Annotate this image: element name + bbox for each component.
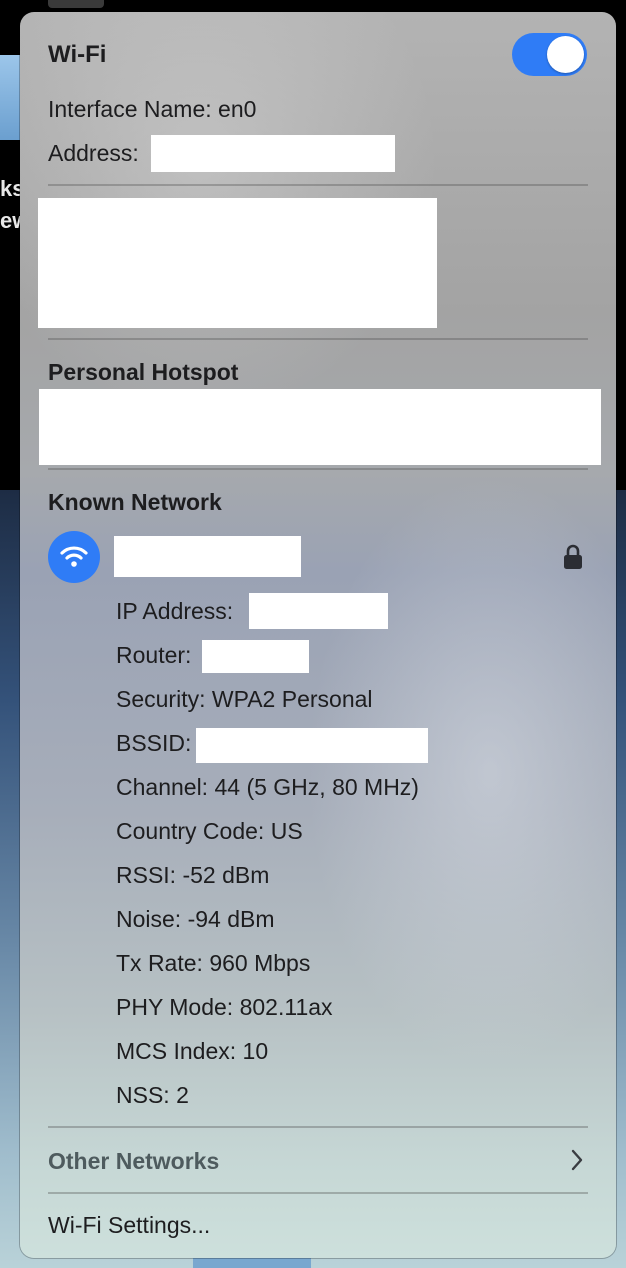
detail-value: 802.11ax <box>239 994 333 1020</box>
wifi-settings-item[interactable]: Wi-Fi Settings... <box>48 1212 210 1239</box>
detail-router: Router: <box>116 642 191 669</box>
detail-label: NSS: <box>116 1082 170 1108</box>
wifi-menu-panel: Wi-Fi Interface Name: en0 Address: Perso… <box>20 12 616 1258</box>
detail-ip-address: IP Address: <box>116 598 233 625</box>
lock-icon <box>563 544 583 575</box>
separator <box>48 468 588 470</box>
detail-label: MCS Index: <box>116 1038 237 1064</box>
detail-nss: NSS: 2 <box>116 1082 189 1109</box>
redacted-hotspot-item[interactable] <box>39 389 601 465</box>
detail-country-code: Country Code: US <box>116 818 303 845</box>
toggle-knob <box>547 36 584 73</box>
redacted-bssid <box>196 728 428 763</box>
detail-label: Channel: <box>116 774 209 800</box>
detail-label: Security: <box>116 686 206 712</box>
detail-value: US <box>270 818 303 844</box>
detail-rssi: RSSI: -52 dBm <box>116 862 269 889</box>
detail-bssid: BSSID: <box>116 730 191 757</box>
detail-value: 2 <box>176 1082 189 1108</box>
detail-value: WPA2 Personal <box>211 686 373 712</box>
detail-label: PHY Mode: <box>116 994 234 1020</box>
detail-label: BSSID: <box>116 730 192 756</box>
detail-label: IP Address: <box>116 598 234 624</box>
separator <box>48 338 588 340</box>
redacted-router <box>202 640 309 673</box>
detail-label: Noise: <box>116 906 182 932</box>
separator <box>48 1192 588 1194</box>
detail-label: RSSI: <box>116 862 177 888</box>
redacted-block <box>38 198 437 328</box>
redacted-ip <box>249 593 388 629</box>
interface-name-label: Interface Name: <box>48 96 212 122</box>
detail-value: 960 Mbps <box>209 950 311 976</box>
other-networks-label: Other Networks <box>48 1148 220 1174</box>
wifi-toggle[interactable] <box>512 33 587 76</box>
detail-mcs-index: MCS Index: 10 <box>116 1038 268 1065</box>
background-tab <box>48 0 104 8</box>
detail-tx-rate: Tx Rate: 960 Mbps <box>116 950 310 977</box>
detail-phy-mode: PHY Mode: 802.11ax <box>116 994 333 1021</box>
detail-security: Security: WPA2 Personal <box>116 686 373 713</box>
redacted-network-name[interactable] <box>114 536 301 577</box>
separator <box>48 1126 588 1128</box>
detail-value: 10 <box>242 1038 269 1064</box>
interface-name-row: Interface Name: en0 <box>48 96 256 123</box>
known-network-heading: Known Network <box>48 489 222 515</box>
redacted-address <box>151 135 395 172</box>
detail-value: 44 (5 GHz, 80 MHz) <box>214 774 419 800</box>
detail-label: Tx Rate: <box>116 950 203 976</box>
background-dock-item <box>193 1258 311 1268</box>
interface-name-value: en0 <box>218 96 257 122</box>
wifi-icon <box>48 531 100 583</box>
chevron-right-icon <box>570 1148 584 1177</box>
menu-title: Wi-Fi <box>48 41 107 68</box>
detail-noise: Noise: -94 dBm <box>116 906 275 933</box>
hotspot-heading: Personal Hotspot <box>48 359 239 385</box>
detail-label: Country Code: <box>116 818 265 844</box>
detail-value: -94 dBm <box>187 906 275 932</box>
detail-label: Router: <box>116 642 192 668</box>
detail-channel: Channel: 44 (5 GHz, 80 MHz) <box>116 774 419 801</box>
address-label: Address: <box>48 140 139 166</box>
separator <box>48 184 588 186</box>
detail-value: -52 dBm <box>182 862 270 888</box>
